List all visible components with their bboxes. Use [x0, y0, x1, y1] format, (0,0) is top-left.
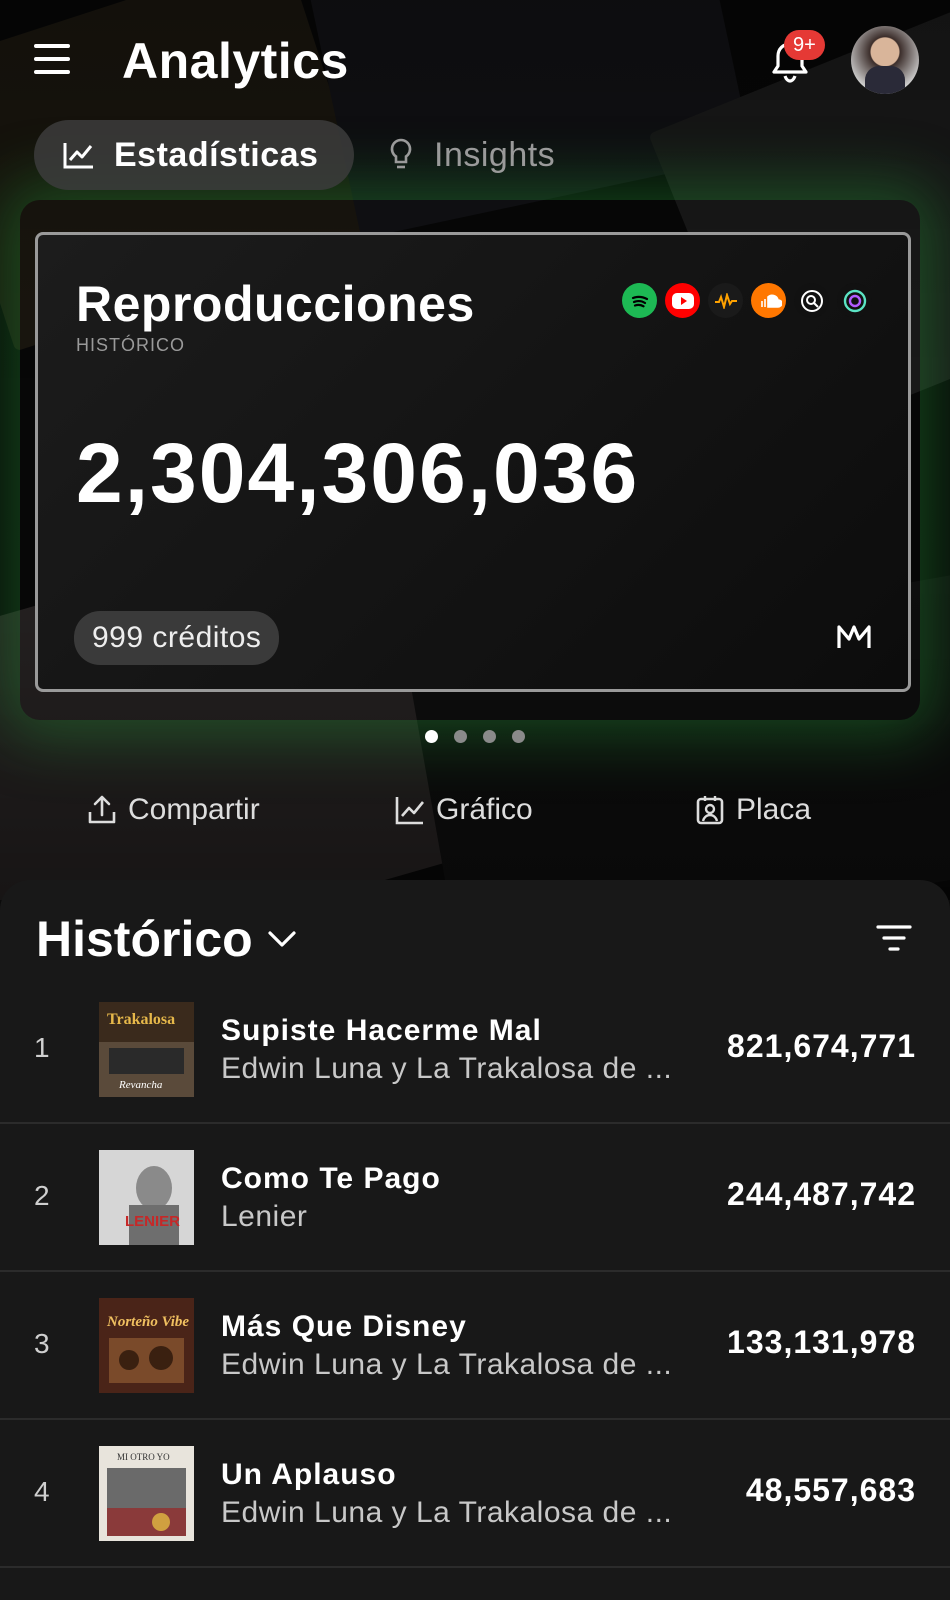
tab-label: Estadísticas [114, 135, 319, 174]
track-plays: 48,557,683 [745, 1472, 916, 1508]
search-platform-icon [794, 283, 829, 318]
track-title: Más Que Disney [221, 1310, 467, 1343]
tab-estadisticas[interactable]: Estadísticas [34, 120, 354, 190]
plaque-label: Placa [736, 793, 812, 826]
total-streams-value: 2,304,306,036 [76, 426, 640, 520]
share-button[interactable]: Compartir [86, 790, 260, 830]
svg-text:Norteño Vibe: Norteño Vibe [106, 1314, 189, 1330]
track-title: Como Te Pago [221, 1162, 441, 1195]
track-plays: 244,487,742 [727, 1176, 916, 1212]
svg-text:LENIER: LENIER [125, 1213, 180, 1230]
album-cover: MI OTRO YO [99, 1446, 194, 1541]
track-row[interactable]: 3 Norteño Vibe Más Que Disney Edwin Luna… [0, 1272, 950, 1420]
track-rank: 1 [34, 1032, 50, 1063]
track-title: Supiste Hacerme Mal [221, 1014, 542, 1047]
credits-pill[interactable]: 999 créditos [74, 611, 280, 665]
line-chart-icon [63, 143, 93, 169]
lightbulb-icon [390, 138, 412, 169]
notification-badge: 9+ [784, 30, 825, 60]
platform-icons [622, 283, 872, 318]
period-dropdown-label: Histórico [36, 911, 253, 967]
brand-logo-icon [837, 625, 871, 648]
chart-label: Gráfico [436, 793, 533, 826]
track-artist: Edwin Luna y La Trakalosa de ... [221, 1348, 673, 1381]
chart-icon [395, 797, 425, 825]
chart-button[interactable]: Gráfico [394, 790, 533, 830]
card-title: Reproducciones [76, 276, 475, 332]
track-rank: 3 [34, 1328, 50, 1359]
carousel-dot[interactable] [425, 730, 438, 743]
spotify-icon [622, 283, 657, 318]
app-header: Analytics 9+ [0, 0, 950, 120]
tab-label: Insights [434, 135, 556, 174]
streams-card[interactable]: Reproducciones HISTÓRICO 2,304,306,036 9… [35, 232, 911, 692]
track-rank: 4 [34, 1476, 50, 1507]
track-row[interactable]: 4 MI OTRO YO Un Aplauso Edwin Luna y La … [0, 1420, 950, 1568]
svg-text:Trakalosa: Trakalosa [107, 1011, 175, 1028]
carousel-dot[interactable] [483, 730, 496, 743]
share-icon [88, 795, 116, 824]
youtube-icon [665, 283, 700, 318]
soundcloud-icon [751, 283, 786, 318]
carousel-dots [0, 730, 950, 743]
carousel-dot[interactable] [454, 730, 467, 743]
share-label: Compartir [128, 793, 260, 826]
period-dropdown[interactable]: Histórico [36, 910, 297, 968]
track-artist: Edwin Luna y La Trakalosa de ... [221, 1496, 673, 1529]
track-rank: 2 [34, 1180, 50, 1211]
audiomack-icon [708, 283, 743, 318]
filter-icon[interactable] [876, 924, 912, 952]
chevron-down-icon [268, 931, 296, 947]
plaque-icon [696, 796, 724, 825]
track-title: Un Aplauso [221, 1458, 397, 1491]
track-plays: 821,674,771 [727, 1028, 916, 1064]
svg-text:MI OTRO YO: MI OTRO YO [117, 1452, 170, 1462]
plaque-button[interactable]: Placa [694, 790, 811, 830]
carousel-dot[interactable] [512, 730, 525, 743]
card-subtitle: HISTÓRICO [76, 335, 186, 355]
hamburger-menu-icon[interactable] [34, 44, 70, 74]
tracks-sheet: Histórico 1 Trakalosa Revancha Supiste H… [0, 880, 950, 1600]
track-row[interactable]: 1 Trakalosa Revancha Supiste Hacerme Mal… [0, 976, 950, 1124]
track-artist: Edwin Luna y La Trakalosa de ... [221, 1052, 673, 1085]
svg-text:Revancha: Revancha [118, 1079, 163, 1091]
album-cover: Trakalosa Revancha [99, 1002, 194, 1097]
album-cover: Norteño Vibe [99, 1298, 194, 1393]
circle-platform-icon [837, 283, 872, 318]
track-row[interactable]: 2 LENIER Como Te Pago Lenier 244,487,742 [0, 1124, 950, 1272]
tab-insights[interactable]: Insights [388, 120, 555, 190]
track-plays: 133,131,978 [727, 1324, 916, 1360]
album-cover: LENIER [99, 1150, 194, 1245]
track-artist: Lenier [221, 1200, 308, 1233]
page-title: Analytics [122, 33, 349, 89]
avatar[interactable] [851, 26, 919, 94]
